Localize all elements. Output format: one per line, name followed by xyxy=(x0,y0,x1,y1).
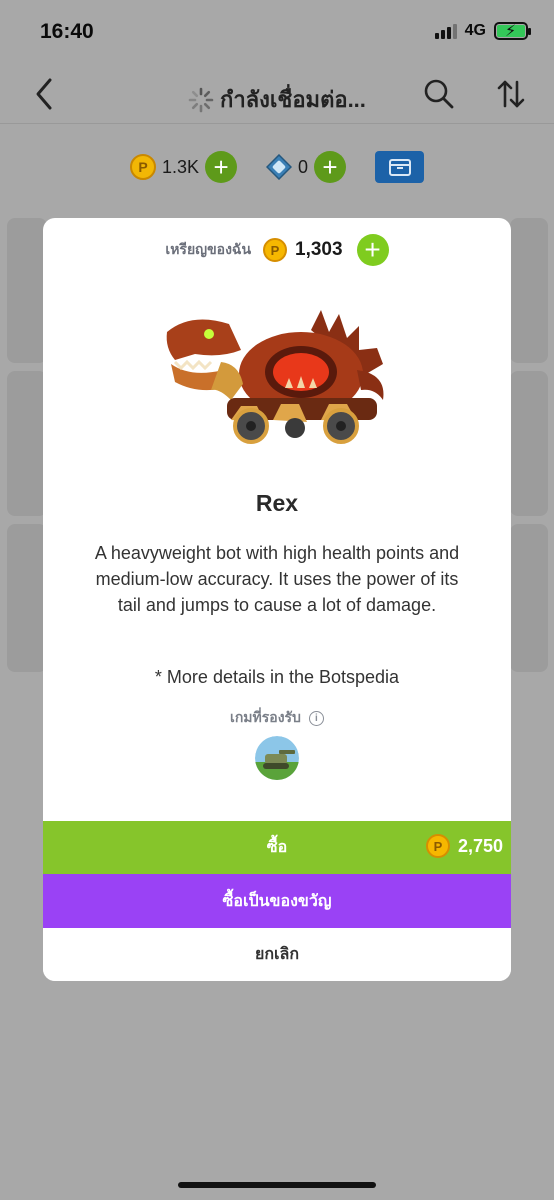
gift-button-label: ซื้อเป็นของขวัญ xyxy=(222,892,332,910)
coin-icon: P xyxy=(130,154,156,180)
bot-name: Rex xyxy=(255,490,299,516)
gem-balance: 0 + xyxy=(266,151,347,183)
search-icon[interactable] xyxy=(423,78,455,110)
add-coins-button[interactable]: + xyxy=(356,234,389,266)
bot-description: A heavyweight bot with high health point… xyxy=(94,543,460,615)
bot-image xyxy=(166,310,384,444)
buy-price-value: 2,750 xyxy=(457,835,503,856)
my-coins-value: 1,303 xyxy=(295,239,343,260)
background-card xyxy=(510,371,548,516)
inbox-button[interactable] xyxy=(375,151,424,183)
background-card xyxy=(510,524,548,672)
cancel-button-label: ยกเลิก xyxy=(254,946,300,963)
background-card xyxy=(7,371,47,516)
supported-games-label: เกมที่รองรับ xyxy=(230,709,301,725)
loading-spinner-icon xyxy=(188,87,214,112)
coin-balance-value: 1.3K xyxy=(162,156,200,177)
buy-button-label: ซื้อ xyxy=(266,839,288,856)
add-coins-button[interactable]: + xyxy=(205,151,238,183)
page-title: กำลังเชื่อมต่อ... xyxy=(188,82,366,117)
network-type: 4G xyxy=(464,22,486,39)
signal-icon xyxy=(434,23,457,39)
home-indicator[interactable] xyxy=(178,1182,376,1188)
botspedia-note: * More details in the Botspedia xyxy=(154,667,400,687)
my-coins-label: เหรียญของฉัน xyxy=(165,241,252,257)
gem-icon xyxy=(266,154,292,180)
status-bar: 16:40 4G ⚡ xyxy=(0,0,554,64)
box-icon xyxy=(388,159,411,176)
status-indicators: 4G ⚡ xyxy=(434,22,531,40)
nav-bar: กำลังเชื่อมต่อ... xyxy=(0,64,554,124)
status-time: 16:40 xyxy=(40,20,94,43)
background-card xyxy=(7,524,47,672)
coin-icon: P xyxy=(263,238,288,262)
cancel-button[interactable]: ยกเลิก xyxy=(43,928,511,981)
add-gems-button[interactable]: + xyxy=(314,151,347,183)
buy-price: P 2,750 xyxy=(425,834,503,858)
coin-icon: P xyxy=(425,834,450,858)
background-card xyxy=(510,218,548,363)
purchase-dialog: เหรียญของฉัน P 1,303 + Rex A heavyweight… xyxy=(43,218,511,981)
gift-button[interactable]: ซื้อเป็นของขวัญ xyxy=(43,874,511,928)
wallet-bar: P 1.3K + 0 + xyxy=(0,125,554,211)
battery-icon: ⚡ xyxy=(494,22,531,40)
gem-balance-value: 0 xyxy=(298,156,309,177)
my-coins: เหรียญของฉัน P 1,303 + xyxy=(43,234,511,266)
coin-balance: P 1.3K + xyxy=(130,151,238,183)
supported-games: เกมที่รองรับ i xyxy=(43,707,511,729)
info-icon[interactable]: i xyxy=(308,710,324,726)
back-icon[interactable] xyxy=(30,76,60,112)
page-title-text: กำลังเชื่อมต่อ... xyxy=(220,87,366,112)
game-icon[interactable] xyxy=(255,736,299,780)
background-card xyxy=(7,218,47,363)
buy-button[interactable]: ซื้อ P 2,750 xyxy=(43,821,511,874)
sort-icon[interactable] xyxy=(495,78,527,110)
